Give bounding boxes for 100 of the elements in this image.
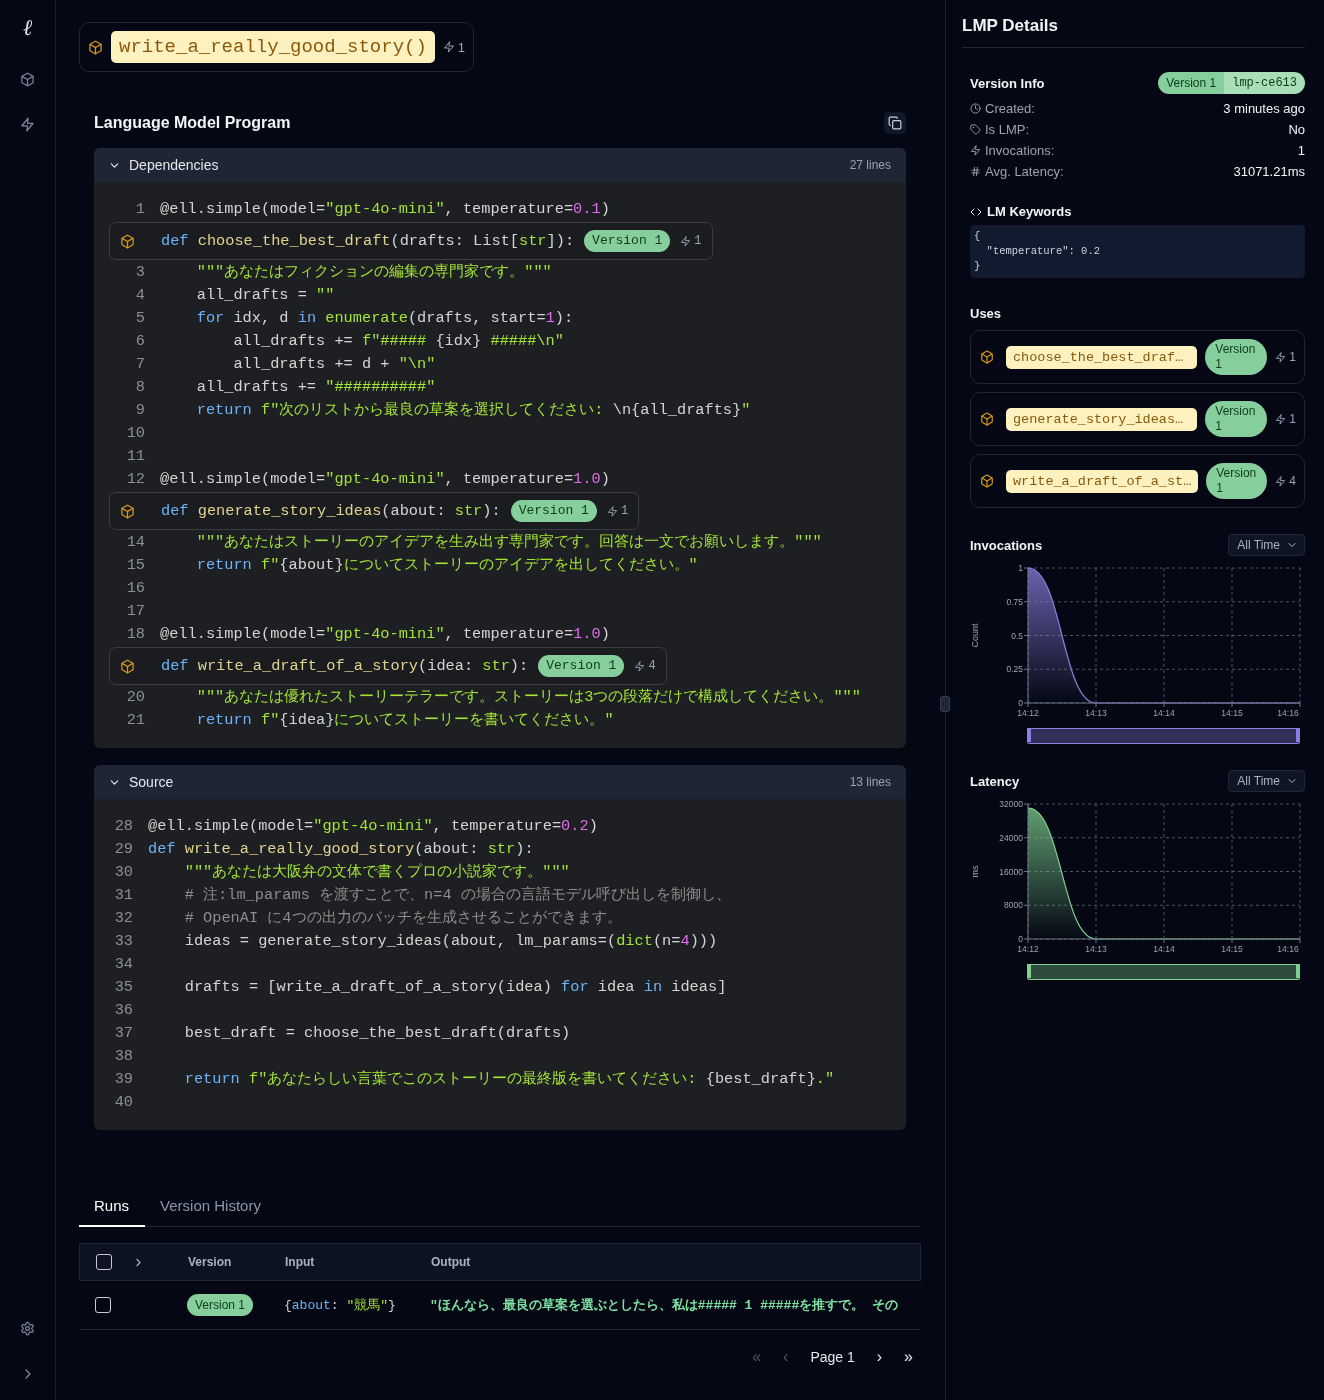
line-number: 20	[125, 687, 146, 708]
line-number: 3	[134, 262, 146, 283]
time-range-dropdown[interactable]: All Time	[1228, 534, 1305, 556]
tab[interactable]: Runs	[79, 1187, 146, 1227]
info-label: Invocations:	[985, 143, 1055, 158]
version-badge: Version 1	[1206, 463, 1268, 499]
info-value: 1	[1297, 143, 1305, 158]
version-badge: Version 1	[1205, 339, 1268, 375]
cube-icon	[120, 503, 135, 519]
line-number: 33	[113, 931, 134, 952]
line-number: 18	[125, 624, 146, 645]
bolt-icon	[1275, 413, 1287, 425]
bolt-icon	[970, 145, 981, 156]
table-cell: "ほんなら、最良の草案を選ぶとしたら、私は##### 1 #####を推すで。 その	[430, 1296, 899, 1314]
invocation-count: 1	[1289, 350, 1296, 364]
checkbox[interactable]	[96, 1254, 112, 1270]
axis-tick-label: 24000	[999, 832, 1023, 843]
chart-title: Invocations	[970, 537, 1043, 553]
code-line: # OpenAI に4つの出力のバッチを生成させることができます。	[183, 908, 622, 929]
panel-header[interactable]: Source 13 lines	[94, 765, 906, 799]
column-header: Output	[431, 1255, 471, 1269]
code-line: @ell.simple(model="gpt-4o-mini", temperature=1.0)	[160, 624, 610, 645]
section-title: Language Model Program	[94, 114, 291, 132]
axis-tick-label: 14:13	[1085, 944, 1107, 954]
code-line: all_drafts = ""	[195, 285, 335, 306]
section-title: LM Keywords	[987, 204, 1072, 219]
axis-tick-label: 0.25	[1006, 664, 1023, 675]
line-number: 29	[113, 839, 134, 860]
axis-tick-label: 14:15	[1221, 708, 1243, 718]
cube-icon	[980, 350, 994, 364]
code-line: all_drafts += d + "\n"	[232, 354, 436, 375]
time-range-dropdown[interactable]: All Time	[1228, 770, 1305, 792]
code-line: for idx, d in enumerate(drafts, start=1):	[195, 308, 574, 329]
info-value: 31071.21ms	[1233, 164, 1305, 179]
axis-tick-label: 0	[1018, 934, 1023, 944]
cube-icon	[980, 412, 994, 426]
code-line: all_drafts += f"##### {idx} #####\n"	[232, 331, 564, 352]
code-line: return f"{about}についてストーリーのアイデアを出してください。"	[195, 555, 698, 576]
axis-tick-label: 0.75	[1006, 596, 1023, 607]
line-number: 6	[134, 331, 146, 352]
line-number: 14	[125, 532, 146, 553]
line-number: 39	[113, 1069, 134, 1090]
code-line: def generate_story_ideas(about: str):	[161, 502, 501, 520]
bolt-icon	[680, 235, 692, 247]
code-line: all_drafts += "##########"	[195, 377, 436, 398]
settings-icon	[20, 1321, 35, 1336]
code-block: { "temperature": 0.2 }	[970, 225, 1305, 278]
axis-tick-label: 14:16	[1277, 708, 1299, 718]
clock-icon	[970, 103, 981, 114]
function-card[interactable]: def choose_the_best_draft(drafts: List[str]): Version 1 1	[109, 222, 713, 260]
axis-tick-label: 14:12	[1017, 708, 1039, 718]
axis-tick-label: 14:14	[1153, 708, 1175, 718]
line-number: 36	[113, 1000, 134, 1021]
line-count: 27 lines	[849, 158, 891, 172]
function-card[interactable]: write_a_draft_of_a_st… Version 1 4	[970, 454, 1305, 508]
invocation-count: 4	[648, 659, 656, 673]
code-line: """あなたはストーリーのアイデアを生み出す専門家です。回答は一文でお願いします。"""	[195, 532, 822, 553]
copy-button[interactable]	[884, 112, 906, 134]
bolt-icon	[1275, 475, 1287, 487]
line-number: 9	[134, 400, 146, 421]
code-line: best_draft = choose_the_best_draft(drafts)	[183, 1023, 571, 1044]
code-line: @ell.simple(model="gpt-4o-mini", temperature=0.2)	[148, 816, 598, 837]
range-brush[interactable]	[1027, 964, 1300, 980]
bolt-icon	[634, 660, 646, 672]
invocation-count: 1	[620, 504, 629, 518]
function-card[interactable]: generate_story_ideas… Version 1 1	[970, 392, 1305, 446]
line-number: 21	[125, 710, 146, 731]
version-badge: Version 1	[1158, 72, 1225, 94]
function-card[interactable]: def write_a_draft_of_a_story(idea: str): Version 1 4	[109, 647, 667, 685]
panel-header[interactable]: Dependencies 27 lines	[94, 148, 906, 182]
axis-title: Count	[970, 623, 980, 648]
panel-title: Dependencies	[129, 157, 219, 173]
axis-tick-label: 14:12	[1017, 944, 1039, 954]
line-count: 13 lines	[849, 775, 891, 789]
info-label: Created:	[985, 101, 1035, 116]
tab[interactable]: Version History	[145, 1187, 277, 1227]
panel-title: Source	[129, 774, 174, 790]
invocation-count: 1	[694, 234, 702, 248]
checkbox[interactable]	[95, 1297, 111, 1313]
lmp-id-badge: lmp-ce613	[1224, 72, 1305, 94]
column-header: Version	[188, 1255, 232, 1269]
range-brush[interactable]	[1027, 728, 1300, 744]
bolt-icon	[1275, 351, 1287, 363]
axis-tick-label: 14:16	[1277, 944, 1299, 954]
version-badge: Version 1	[510, 500, 597, 522]
code-line: return f"次のリストから最良の草案を選択してください: \n{all_drafts}"	[195, 400, 751, 421]
bolt-icon	[606, 505, 618, 517]
cube-icon	[88, 39, 103, 55]
line-number: 12	[125, 469, 146, 490]
resize-handle[interactable]	[940, 696, 950, 712]
line-number: 32	[113, 908, 134, 929]
pagination-button[interactable]: »	[904, 1348, 913, 1366]
app-logo[interactable]: ℓ	[22, 14, 33, 42]
pagination-button[interactable]: ›	[876, 1348, 883, 1366]
panel-title: LMP Details	[962, 16, 1305, 48]
tag-icon	[970, 124, 981, 135]
axis-tick-label: 14:14	[1153, 944, 1175, 954]
function-card[interactable]: choose_the_best_draf… Version 1 1	[970, 330, 1305, 384]
function-card[interactable]: def generate_story_ideas(about: str): Version 1 1	[109, 492, 640, 530]
function-name: generate_story_ideas…	[1006, 407, 1198, 431]
